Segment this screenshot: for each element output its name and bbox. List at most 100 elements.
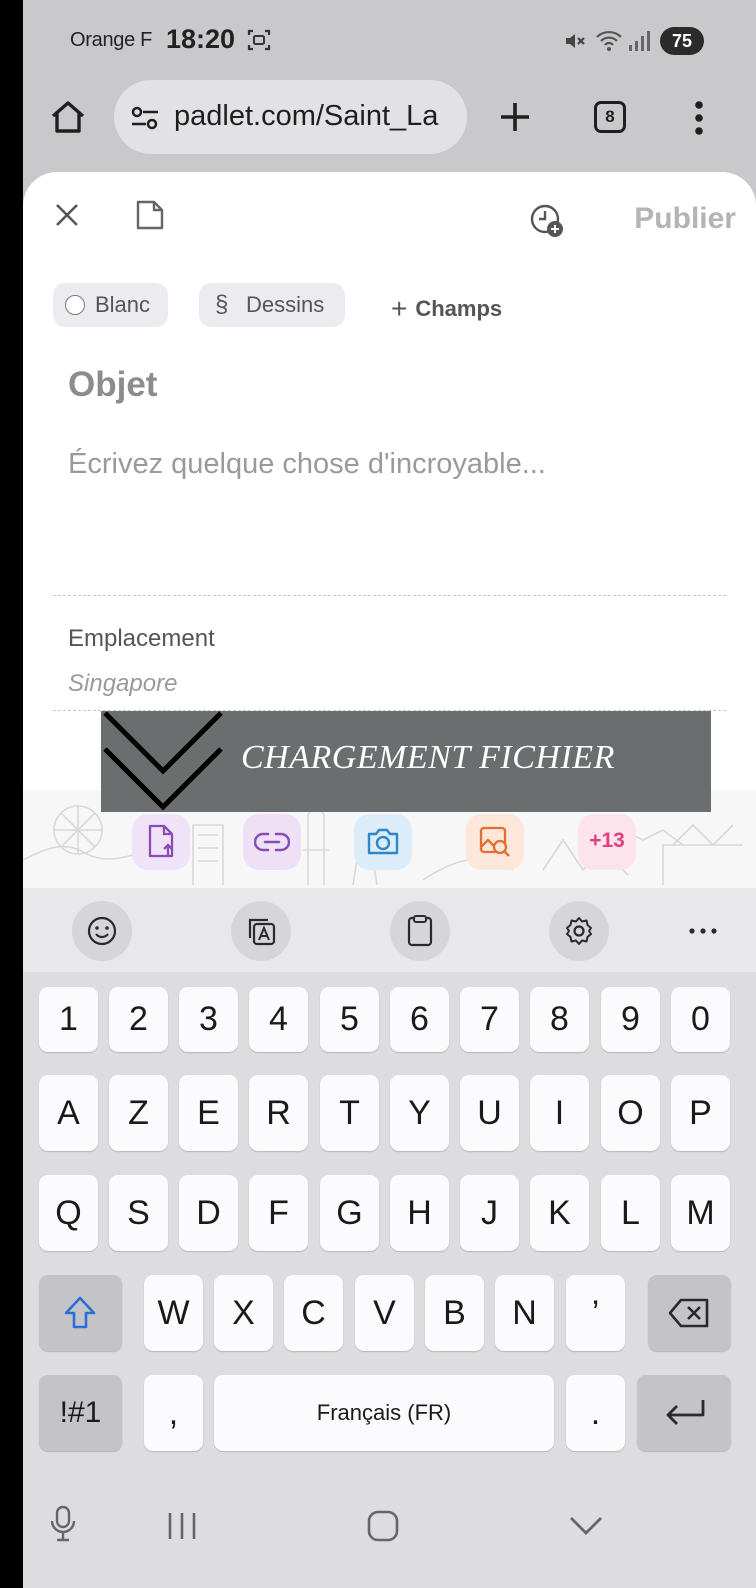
key-apostrophe[interactable]: ’ (566, 1275, 625, 1351)
key-a[interactable]: A (39, 1075, 98, 1151)
emoji-icon (87, 916, 117, 946)
color-chip[interactable]: Blanc (53, 283, 168, 327)
address-bar[interactable]: padlet.com/Saint_La (114, 80, 467, 154)
clipboard-button[interactable] (390, 901, 450, 961)
microphone-icon[interactable] (48, 1504, 78, 1544)
add-fields-button[interactable]: + Champs (391, 291, 503, 324)
key-d[interactable]: D (179, 1175, 238, 1251)
key-v[interactable]: V (355, 1275, 414, 1351)
section-chip[interactable]: § Dessins (199, 283, 345, 327)
backspace-icon (668, 1298, 709, 1328)
key-e[interactable]: E (179, 1075, 238, 1151)
key-i[interactable]: I (530, 1075, 589, 1151)
hide-keyboard-icon[interactable] (568, 1514, 604, 1538)
key-g[interactable]: G (320, 1175, 379, 1251)
key-s[interactable]: S (109, 1175, 168, 1251)
more-attachments-button[interactable]: +13 (578, 814, 636, 870)
key-f[interactable]: F (249, 1175, 308, 1251)
add-fields-label: Champs (415, 296, 503, 321)
upload-file-button[interactable] (132, 814, 190, 870)
screenshot-icon (247, 29, 271, 51)
key-p[interactable]: P (671, 1075, 730, 1151)
battery-indicator: 75 (660, 27, 704, 55)
translate-icon (248, 918, 276, 946)
close-icon[interactable] (54, 202, 80, 228)
status-time: 18:20 (166, 24, 236, 54)
key-7[interactable]: 7 (460, 987, 519, 1052)
color-chip-label: Blanc (95, 292, 151, 317)
link-icon (254, 832, 290, 852)
key-n[interactable]: N (495, 1275, 554, 1351)
camera-button[interactable] (354, 814, 412, 870)
location-input[interactable]: Singapore (68, 670, 177, 698)
loading-text: CHARGEMENT FICHIER (241, 739, 615, 776)
space-key[interactable]: Français (FR) (214, 1375, 554, 1451)
divider (53, 595, 726, 596)
chevron-down-icon (103, 711, 223, 811)
publish-button[interactable]: Publier (634, 202, 736, 236)
recent-apps-icon[interactable] (165, 1510, 199, 1542)
section-chip-label: Dessins (246, 292, 325, 317)
backspace-key[interactable] (648, 1275, 731, 1351)
status-bar: Orange F 18:20 75 (23, 0, 756, 80)
comma-key[interactable]: , (144, 1375, 203, 1451)
shift-icon (64, 1296, 96, 1329)
plus-icon: + (391, 293, 408, 324)
section-icon: § (215, 291, 229, 318)
key-u[interactable]: U (460, 1075, 519, 1151)
key-c[interactable]: C (284, 1275, 343, 1351)
key-4[interactable]: 4 (249, 987, 308, 1052)
key-5[interactable]: 5 (320, 987, 379, 1052)
key-6[interactable]: 6 (390, 987, 449, 1052)
site-settings-icon[interactable] (130, 104, 160, 132)
home-nav-icon[interactable] (366, 1509, 400, 1543)
keyboard-settings-button[interactable] (549, 901, 609, 961)
clipboard-icon (407, 915, 433, 947)
key-b[interactable]: B (425, 1275, 484, 1351)
wifi-icon (596, 30, 622, 51)
symbols-key[interactable]: !#1 (39, 1375, 122, 1451)
translate-button[interactable] (231, 901, 291, 961)
tab-switcher-button[interactable]: 8 (594, 101, 626, 133)
key-k[interactable]: K (530, 1175, 589, 1251)
key-w[interactable]: W (144, 1275, 203, 1351)
key-y[interactable]: Y (390, 1075, 449, 1151)
more-menu-icon[interactable] (692, 100, 706, 136)
camera-icon (367, 828, 399, 855)
carrier-name: Orange F (70, 29, 153, 51)
more-options-icon[interactable] (688, 922, 718, 940)
key-q[interactable]: Q (39, 1175, 98, 1251)
key-x[interactable]: X (214, 1275, 273, 1351)
shift-key[interactable] (39, 1275, 122, 1351)
key-3[interactable]: 3 (179, 987, 238, 1052)
phone-screen: Orange F 18:20 75 padlet.com/Saint_La 8 … (23, 0, 756, 1588)
key-1[interactable]: 1 (39, 987, 98, 1052)
subject-input[interactable]: Objet (68, 365, 157, 405)
key-8[interactable]: 8 (530, 987, 589, 1052)
period-key[interactable]: . (566, 1375, 625, 1451)
key-0[interactable]: 0 (671, 987, 730, 1052)
key-9[interactable]: 9 (601, 987, 660, 1052)
key-o[interactable]: O (601, 1075, 660, 1151)
url-text[interactable]: padlet.com/Saint_La (174, 100, 459, 133)
enter-key[interactable] (637, 1375, 731, 1451)
body-input[interactable]: Écrivez quelque chose d'incroyable... (68, 448, 546, 481)
key-r[interactable]: R (249, 1075, 308, 1151)
key-z[interactable]: Z (109, 1075, 168, 1151)
image-search-button[interactable] (466, 814, 524, 870)
more-attachments-label: +13 (589, 829, 625, 852)
key-l[interactable]: L (601, 1175, 660, 1251)
emoji-button[interactable] (72, 901, 132, 961)
add-link-button[interactable] (243, 814, 301, 870)
key-2[interactable]: 2 (109, 987, 168, 1052)
document-icon[interactable] (134, 198, 166, 232)
image-search-icon (479, 826, 510, 857)
home-icon[interactable] (49, 98, 87, 136)
key-t[interactable]: T (320, 1075, 379, 1151)
key-j[interactable]: J (460, 1175, 519, 1251)
key-h[interactable]: H (390, 1175, 449, 1251)
new-tab-icon[interactable] (497, 99, 533, 135)
mute-icon (566, 34, 585, 48)
key-m[interactable]: M (671, 1175, 730, 1251)
schedule-post-icon[interactable] (528, 202, 566, 240)
